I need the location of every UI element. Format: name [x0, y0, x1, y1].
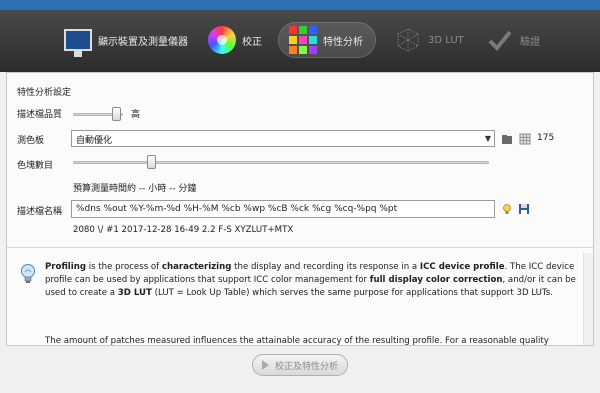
window-title-bar [0, 0, 600, 10]
folder-icon[interactable] [501, 133, 513, 145]
tab-3d-lut[interactable]: 3D LUT [392, 22, 464, 58]
profile-name-input-value: %dns %out %Y-%m-%d %H-%M %cb %wp %cB %ck… [76, 204, 398, 214]
profile-quality-label: 描述檔品質 [17, 110, 63, 120]
tab-3d-lut-label: 3D LUT [428, 34, 464, 46]
profile-name-label: 描述檔名稱 [17, 207, 63, 217]
lightbulb-icon[interactable] [501, 203, 513, 215]
main-toolbar: 顯示裝置及測量儀器 校正 特性分析 3D LUT 驗證 [0, 10, 600, 72]
section-title: 特性分析設定 [17, 88, 72, 98]
profile-quality-value: 高 [131, 110, 141, 120]
tab-calibration[interactable]: 校正 [206, 22, 262, 58]
calibrate-and-profile-button[interactable]: 校正及特性分析 [252, 354, 348, 376]
tab-profiling-label: 特性分析 [323, 36, 363, 48]
testchart-label: 測色板 [17, 136, 45, 146]
testchart-select-value: 自動優化 [76, 136, 113, 146]
chevron-down-icon: ▼ [484, 134, 491, 143]
profile-name-preview: 2080 \/ #1 2017-12-28 16-49 2.2 F-S XYZL… [73, 225, 294, 235]
divider [7, 247, 593, 248]
time-estimate: 預算測量時間約 -- 小時 -- 分鐘 [73, 184, 197, 194]
profile-quality-slider-thumb[interactable] [112, 107, 121, 121]
profiling-info-paragraph-2: The amount of patches measured influence… [45, 336, 549, 346]
profiling-info-paragraph: Profiling is the process of characterizi… [45, 262, 576, 298]
profiling-panel: 特性分析設定 描述檔品質 高 測色板 自動優化 ▼ 175 色塊數目 預算測量時… [6, 72, 594, 346]
monitor-icon [62, 24, 94, 57]
patch-count: 175 [537, 133, 555, 143]
tab-calibration-label: 校正 [242, 36, 262, 48]
color-wheel-icon [206, 24, 238, 56]
color-grid-icon [287, 24, 319, 56]
tab-display-instrument-label: 顯示裝置及測量儀器 [98, 36, 188, 48]
patch-amount-slider-track[interactable] [73, 161, 489, 164]
play-icon [261, 360, 269, 370]
profile-name-input[interactable]: %dns %out %Y-%m-%d %H-%M %cb %wp %cB %ck… [71, 200, 495, 218]
tab-verification-label: 驗證 [520, 36, 540, 48]
patch-amount-slider-thumb[interactable] [147, 155, 156, 169]
patch-amount-label: 色塊數目 [17, 161, 54, 171]
calibrate-and-profile-button-label: 校正及特性分析 [274, 361, 338, 372]
checkmark-icon [484, 24, 516, 56]
save-icon[interactable] [518, 203, 530, 215]
testchart-select[interactable]: 自動優化 ▼ [71, 130, 495, 147]
tab-profiling[interactable]: 特性分析 [278, 22, 376, 58]
lut-icon [392, 24, 424, 56]
info-lightbulb-icon [21, 264, 35, 283]
tab-display-instrument[interactable]: 顯示裝置及測量儀器 [62, 22, 188, 58]
grid-icon[interactable] [519, 133, 531, 145]
tab-verification[interactable]: 驗證 [484, 22, 540, 58]
info-scrollbar[interactable] [583, 253, 593, 345]
